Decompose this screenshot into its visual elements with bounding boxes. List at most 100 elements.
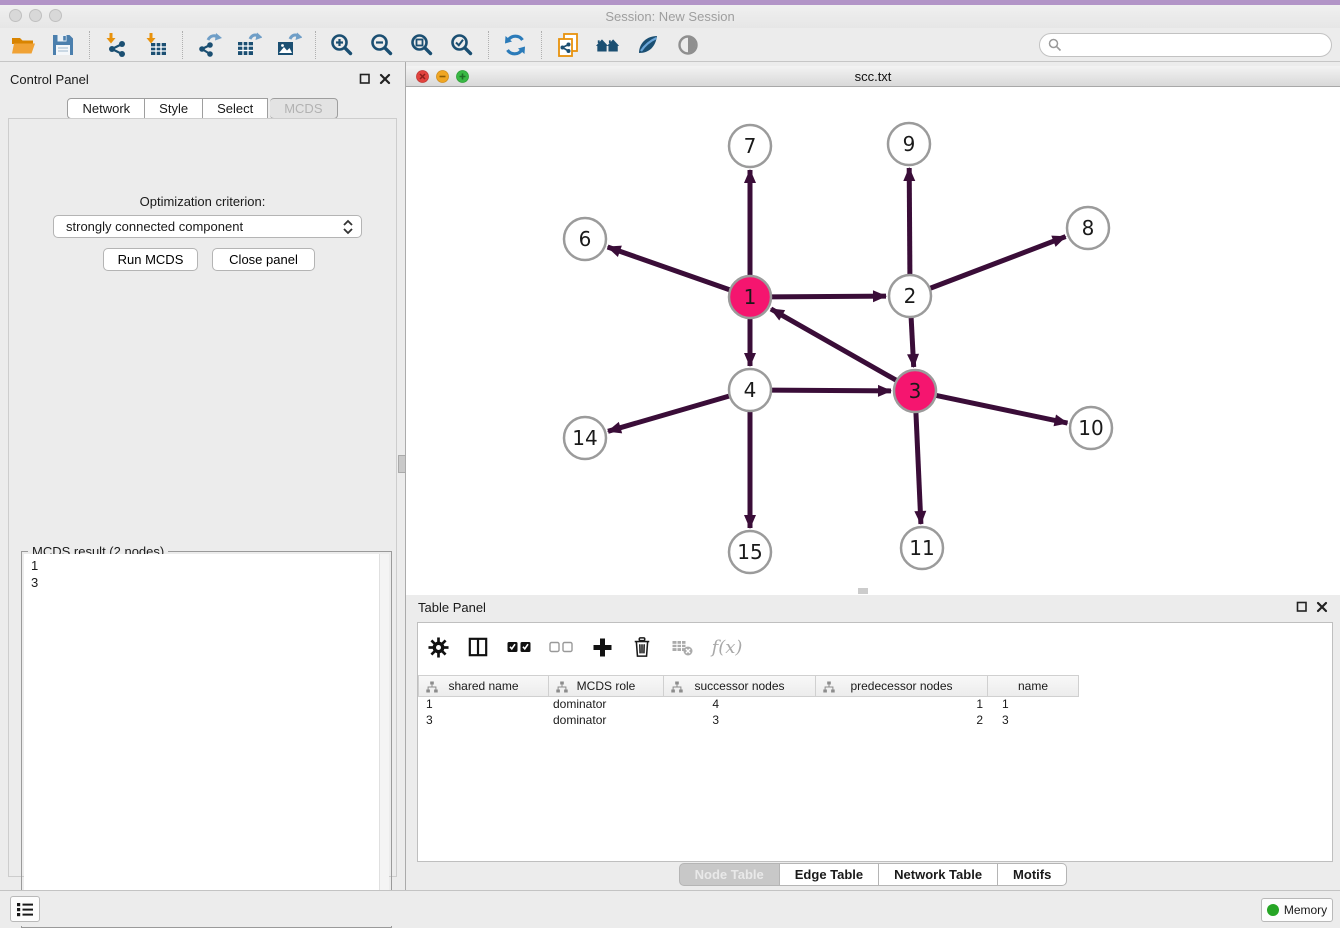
function-builder-icon[interactable]: f(x): [710, 635, 744, 659]
close-panel-button[interactable]: Close panel: [212, 248, 315, 271]
table-row[interactable]: 3dominator323: [418, 713, 1332, 729]
graph-node-9[interactable]: 9: [888, 123, 930, 165]
table-cell[interactable]: 3: [418, 713, 549, 729]
graph-node-10[interactable]: 10: [1070, 407, 1112, 449]
column-label: shared name: [448, 679, 518, 693]
graph-node-4[interactable]: 4: [729, 369, 771, 411]
edge-1-to-6[interactable]: [608, 247, 731, 290]
criterion-dropdown[interactable]: strongly connected component: [53, 215, 362, 238]
graph-node-7[interactable]: 7: [729, 125, 771, 167]
svg-text:2: 2: [904, 284, 917, 308]
select-all-checkboxes-icon[interactable]: [506, 635, 532, 659]
table-settings-gear-icon[interactable]: [426, 635, 450, 659]
edge-4-to-3[interactable]: [771, 390, 891, 391]
edge-2-to-3[interactable]: [911, 317, 914, 367]
column-header-shared-name[interactable]: shared name: [418, 675, 549, 697]
edge-3-to-10[interactable]: [936, 395, 1068, 423]
graph-node-3[interactable]: 3: [894, 370, 936, 412]
svg-text:1: 1: [744, 285, 757, 309]
column-header-name[interactable]: name: [988, 675, 1079, 697]
table-cell[interactable]: 1: [418, 697, 549, 713]
memory-status-dot: [1267, 904, 1279, 916]
edge-2-to-8[interactable]: [930, 237, 1066, 289]
search-input[interactable]: [1067, 38, 1331, 52]
float-panel-icon[interactable]: [359, 73, 371, 85]
svg-text:7: 7: [744, 134, 757, 158]
panel-splitter-handle[interactable]: [398, 455, 406, 473]
table-cell[interactable]: dominator: [549, 697, 664, 713]
network-window-titlebar: scc.txt: [406, 66, 1340, 87]
graph-node-2[interactable]: 2: [889, 275, 931, 317]
column-header-mcds-role[interactable]: MCDS role: [549, 675, 664, 697]
close-panel-icon[interactable]: [379, 73, 391, 85]
import-table-icon[interactable]: [143, 32, 169, 58]
table-cell[interactable]: 3: [664, 713, 816, 729]
table-row[interactable]: 1dominator411: [418, 697, 1332, 713]
tab-motifs[interactable]: Motifs: [998, 863, 1067, 886]
task-history-button[interactable]: [10, 896, 40, 922]
style-toggle-icon[interactable]: [635, 32, 661, 58]
run-mcds-button[interactable]: Run MCDS: [103, 248, 198, 271]
table-cell[interactable]: 1: [816, 697, 988, 713]
canvas-scrollbar-thumb[interactable]: [858, 588, 868, 594]
graph-node-14[interactable]: 14: [564, 417, 606, 459]
deselect-checkboxes-icon[interactable]: [548, 635, 574, 659]
column-header-predecessor-nodes[interactable]: predecessor nodes: [816, 675, 988, 697]
edge-4-to-14[interactable]: [608, 396, 730, 431]
table-cell[interactable]: 3: [988, 713, 1079, 729]
hierarchy-icon: [556, 681, 568, 693]
import-network-icon[interactable]: [103, 32, 129, 58]
edge-3-to-1[interactable]: [771, 309, 897, 381]
column-layout-icon[interactable]: [466, 635, 490, 659]
refresh-view-icon[interactable]: [502, 32, 528, 58]
graph-node-15[interactable]: 15: [729, 531, 771, 573]
edge-3-to-11[interactable]: [916, 412, 921, 524]
memory-button[interactable]: Memory: [1261, 898, 1333, 922]
graph-node-8[interactable]: 8: [1067, 207, 1109, 249]
export-network-icon[interactable]: [196, 32, 222, 58]
table-cell[interactable]: 4: [664, 697, 816, 713]
add-column-plus-icon[interactable]: [590, 635, 614, 659]
float-table-panel-icon[interactable]: [1296, 601, 1308, 613]
node-table-header: shared name MCDS rolesuccessor nodes prede…: [418, 675, 1079, 697]
tab-select[interactable]: Select: [203, 98, 268, 119]
duplicate-network-icon[interactable]: [555, 32, 581, 58]
tab-network[interactable]: Network: [67, 98, 145, 119]
tab-edge-table[interactable]: Edge Table: [780, 863, 879, 886]
zoom-fit-icon[interactable]: [409, 32, 435, 58]
network-view-window: scc.txt 7 9 6 8 1 2 4 3 14 10 15 11: [406, 62, 1340, 595]
home-layout-icon[interactable]: [595, 32, 621, 58]
column-header-successor-nodes[interactable]: successor nodes: [664, 675, 816, 697]
graph-node-6[interactable]: 6: [564, 218, 606, 260]
table-cell[interactable]: 2: [816, 713, 988, 729]
hierarchy-icon: [823, 681, 835, 693]
graph-node-11[interactable]: 11: [901, 527, 943, 569]
tab-network-table[interactable]: Network Table: [879, 863, 998, 886]
table-cell[interactable]: 1: [988, 697, 1079, 713]
edge-2-to-9[interactable]: [909, 168, 910, 275]
toolbar-separator: [541, 31, 542, 59]
delete-column-trash-icon[interactable]: [630, 635, 654, 659]
zoom-in-icon[interactable]: [329, 32, 355, 58]
tab-node-table[interactable]: Node Table: [679, 863, 780, 886]
graph-node-1[interactable]: 1: [729, 276, 771, 318]
close-table-panel-icon[interactable]: [1316, 601, 1328, 613]
network-canvas[interactable]: 7 9 6 8 1 2 4 3 14 10 15 11: [406, 87, 1340, 595]
eye-toggle-icon[interactable]: [675, 32, 701, 58]
zoom-selected-icon[interactable]: [449, 32, 475, 58]
open-session-icon[interactable]: [10, 32, 36, 58]
table-cell[interactable]: dominator: [549, 713, 664, 729]
export-table-icon[interactable]: [236, 32, 262, 58]
save-session-icon[interactable]: [50, 32, 76, 58]
column-label: predecessor nodes: [850, 679, 952, 693]
tab-mcds[interactable]: MCDS: [270, 98, 337, 119]
toolbar-separator: [488, 31, 489, 59]
zoom-out-icon[interactable]: [369, 32, 395, 58]
list-icon: [16, 901, 34, 918]
export-image-icon[interactable]: [276, 32, 302, 58]
edge-1-to-2[interactable]: [771, 296, 886, 297]
application-window: Session: New Session: [0, 0, 1340, 926]
result-scrollbar[interactable]: [379, 554, 389, 925]
delete-table-icon[interactable]: [670, 635, 694, 659]
tab-style[interactable]: Style: [145, 98, 203, 119]
